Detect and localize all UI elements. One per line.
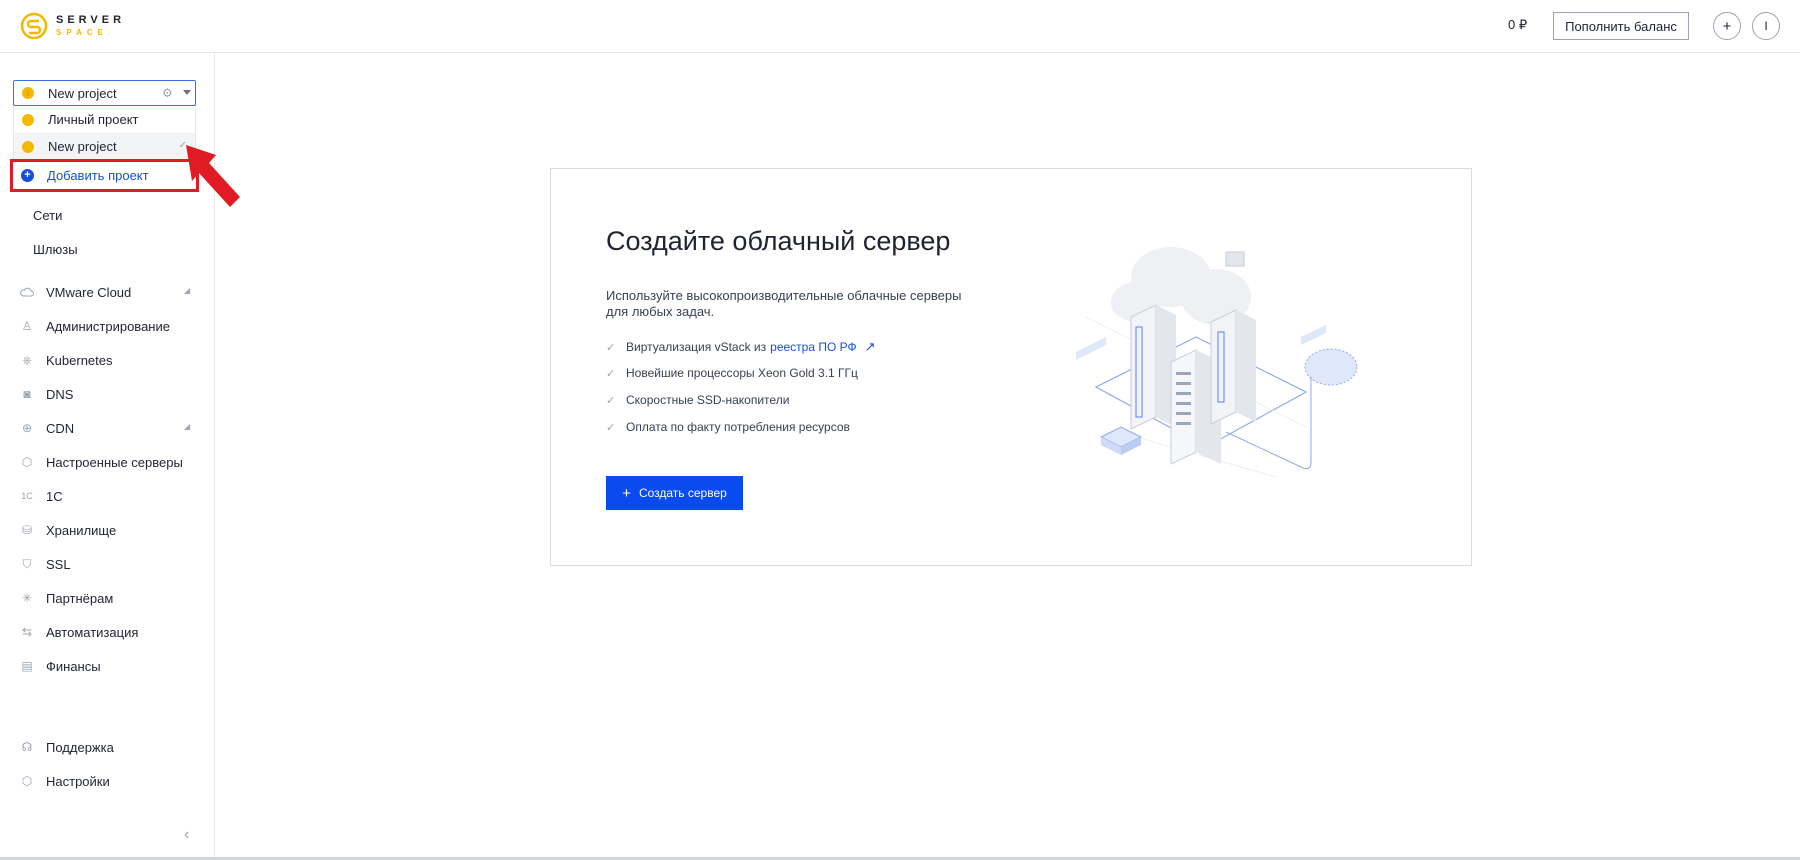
one-c-icon: 1C (21, 491, 33, 501)
sidebar-item-label: Поддержка (46, 739, 114, 755)
expand-icon (184, 288, 190, 294)
box-icon: ⬡ (21, 455, 33, 469)
user-avatar-button[interactable]: I (1752, 12, 1780, 40)
sidebar-item-label: VMware Cloud (46, 284, 132, 300)
sidebar-item-storage[interactable]: ⛁ Хранилище (20, 520, 195, 540)
create-server-label: Создать сервер (638, 486, 727, 500)
asterisk-icon: ✳ (21, 591, 33, 605)
sidebar-item-label: Администрирование (46, 318, 170, 334)
topup-balance-button[interactable]: Пополнить баланс (1553, 12, 1689, 40)
feature-text: Новейшие процессоры Xeon Gold 3.1 ГГц (626, 366, 858, 380)
check-icon: ✓ (606, 367, 616, 380)
sidebar-item-label: Kubernetes (46, 352, 113, 368)
project-selector[interactable]: New project ⚙ (13, 80, 196, 106)
project-option[interactable]: Личный проект (14, 106, 195, 133)
sidebar-item-label: Автоматизация (46, 624, 139, 640)
create-server-button[interactable]: + Создать сервер (606, 476, 743, 510)
top-header: SERVER SPACE 0 ₽ Пополнить баланс + I (0, 0, 1800, 53)
sidebar-item-configured-servers[interactable]: ⬡ Настроенные серверы (20, 452, 195, 472)
shield-icon: ⛉ (22, 556, 32, 571)
sidebar-item-kubernetes[interactable]: ⎈ Kubernetes (20, 350, 195, 370)
sidebar-item-label: Финансы (46, 658, 101, 674)
arrows-icon: ⇆ (21, 625, 33, 639)
external-link-icon[interactable]: ↗ (865, 339, 876, 355)
sidebar-item-label: CDN (46, 420, 75, 436)
check-icon: ✓ (606, 341, 616, 354)
collapse-sidebar-icon[interactable]: ‹ (184, 826, 189, 844)
project-coin-icon (22, 113, 34, 126)
sidebar-item-label: Партнёрам (46, 590, 114, 606)
add-project-button[interactable]: + Добавить проект (10, 159, 199, 192)
database-icon: ⛁ (21, 523, 33, 537)
sidebar-item-label: 1С (46, 488, 63, 504)
check-icon: ✓ (606, 421, 616, 434)
plus-circle-icon: + (21, 169, 34, 182)
cloud-server-illustration (1076, 247, 1358, 478)
feature-item: ✓ Виртуализация vStack из реестра ПО РФ … (606, 339, 876, 355)
project-dropdown: Личный проект New project ✓ (13, 106, 196, 161)
sidebar-item-label: Настройки (46, 773, 110, 789)
check-icon: ✓ (606, 394, 616, 407)
card-description: Используйте высокопроизводительные облач… (606, 288, 962, 319)
sidebar-item-networks[interactable]: Сети (33, 208, 62, 223)
project-option-label: New project (48, 139, 117, 154)
feature-item: ✓ Новейшие процессоры Xeon Gold 3.1 ГГц (606, 366, 858, 380)
sidebar-item-label: Хранилище (46, 522, 117, 538)
feature-text: Скоростные SSD-накопители (626, 393, 790, 407)
logo-mark-icon (20, 12, 48, 40)
logo-text: SERVER SPACE (56, 15, 125, 37)
globe-icon: ⊕ (21, 421, 33, 435)
logo-line-1: SERVER (56, 14, 126, 26)
plus-icon: + (622, 484, 631, 502)
settings-icon: ⬡ (21, 774, 33, 788)
sidebar-item-gateways[interactable]: Шлюзы (33, 242, 78, 257)
sidebar-item-support[interactable]: ☊ Поддержка (20, 737, 195, 757)
add-button[interactable]: + (1713, 12, 1741, 40)
dns-icon: ◙ (23, 387, 31, 401)
logo[interactable]: SERVER SPACE (20, 12, 125, 40)
page-title: Создайте облачный сервер (606, 226, 951, 256)
headset-icon: ☊ (21, 740, 33, 754)
feature-item: ✓ Оплата по факту потребления ресурсов (606, 420, 850, 434)
sidebar-item-automation[interactable]: ⇆ Автоматизация (20, 622, 195, 642)
user-admin-icon: ♙ (21, 319, 33, 333)
registry-link[interactable]: реестра ПО РФ (770, 340, 856, 354)
feature-text: Оплата по факту потребления ресурсов (626, 420, 850, 434)
sidebar-item-partners[interactable]: ✳ Партнёрам (20, 588, 195, 608)
create-server-card: Создайте облачный сервер Используйте выс… (550, 168, 1472, 566)
sidebar-item-settings[interactable]: ⬡ Настройки (20, 771, 195, 791)
project-option-label: Личный проект (48, 112, 139, 127)
logo-line-2: SPACE (56, 28, 108, 37)
project-coin-icon (22, 87, 34, 99)
project-selector-label: New project (48, 85, 117, 101)
project-option[interactable]: New project ✓ (14, 133, 195, 160)
sidebar-item-dns[interactable]: ◙ DNS (20, 384, 195, 404)
project-coin-icon (22, 140, 34, 153)
red-arrow-annotation (186, 145, 240, 207)
sidebar-item-1c[interactable]: 1C 1С (20, 486, 195, 506)
sidebar-item-label: DNS (46, 386, 74, 402)
balance-amount: 0 ₽ (1508, 17, 1528, 32)
sidebar: New project ⚙ Личный проект New project … (0, 53, 240, 857)
feature-text: Виртуализация vStack из (626, 340, 767, 354)
expand-icon (184, 424, 190, 430)
document-icon: ▤ (21, 659, 33, 673)
sidebar-item-label: Настроенные серверы (46, 454, 183, 470)
gear-icon[interactable]: ⚙ (162, 86, 173, 100)
sidebar-item-ssl[interactable]: ⛉ SSL (20, 554, 195, 574)
chevron-down-icon[interactable] (183, 90, 191, 95)
sidebar-item-vmware-cloud[interactable]: VMware Cloud (20, 282, 195, 302)
sidebar-item-cdn[interactable]: ⊕ CDN (20, 418, 195, 438)
sidebar-item-administration[interactable]: ♙ Администрирование (20, 316, 195, 336)
sidebar-item-finance[interactable]: ▤ Финансы (20, 656, 195, 676)
cloud-icon (20, 285, 34, 299)
kubernetes-icon: ⎈ (22, 352, 32, 367)
add-project-label: Добавить проект (47, 168, 149, 183)
feature-item: ✓ Скоростные SSD-накопители (606, 393, 789, 407)
sidebar-item-label: SSL (46, 556, 71, 572)
